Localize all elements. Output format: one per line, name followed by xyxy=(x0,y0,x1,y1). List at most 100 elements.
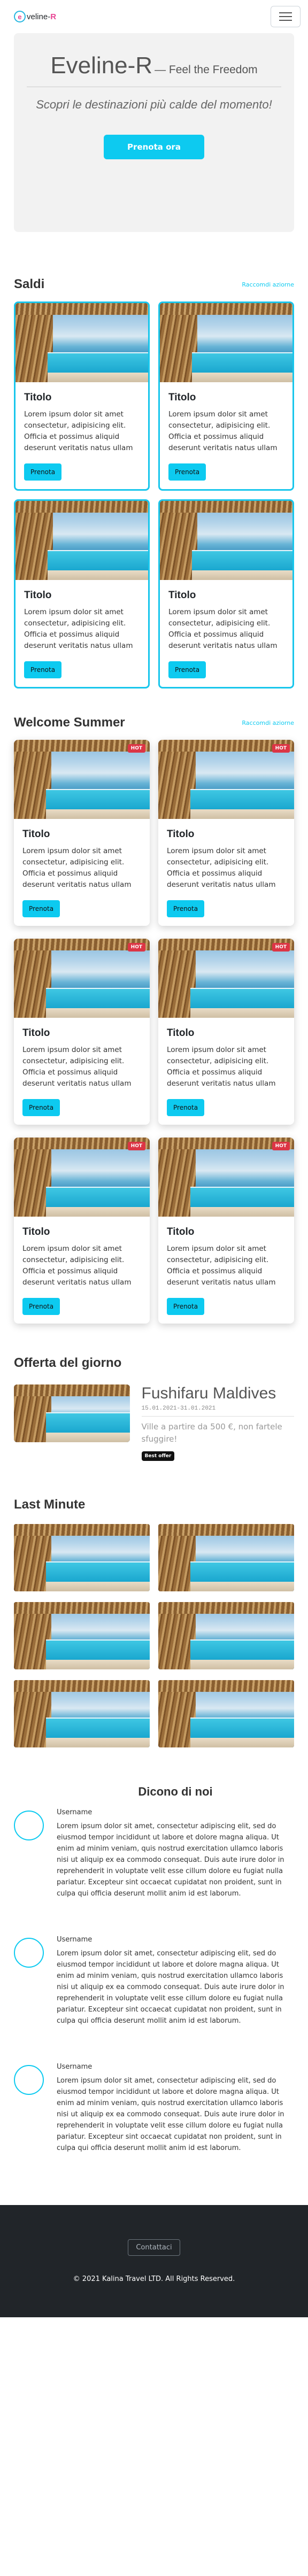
testimonial: Username Lorem ipsum dolor sit amet, con… xyxy=(14,1808,294,1899)
summer-link[interactable]: Raccomdi aziorne xyxy=(242,720,294,726)
last-minute-image[interactable] xyxy=(14,1524,150,1591)
last-minute-image[interactable] xyxy=(158,1602,294,1669)
section-title-summer: Welcome Summer xyxy=(14,715,125,730)
section-title-offer: Offerta del giorno xyxy=(14,1356,122,1370)
last-minute-header: Last Minute xyxy=(14,1497,294,1512)
hot-badge: HOT xyxy=(127,1142,145,1150)
last-minute-image[interactable] xyxy=(14,1602,150,1669)
card-title: Titolo xyxy=(22,1226,50,1237)
card-text: Lorem ipsum dolor sit amet consectetur, … xyxy=(168,608,278,650)
last-minute-image[interactable] xyxy=(158,1524,294,1591)
hot-badge: HOT xyxy=(272,943,290,952)
resort-image xyxy=(160,303,292,382)
testimonial: Username Lorem ipsum dolor sit amet, con… xyxy=(14,1936,294,2026)
hero-tagline: — Feel the Freedom xyxy=(155,64,258,76)
avatar xyxy=(14,2065,44,2095)
card-text: Lorem ipsum dolor sit amet consectetur, … xyxy=(24,608,133,650)
card-text: Lorem ipsum dolor sit amet consectetur, … xyxy=(24,410,133,452)
resort-image: HOT xyxy=(158,740,294,819)
deal-card: Titolo Lorem ipsum dolor sit amet consec… xyxy=(158,301,294,491)
last-minute-grid xyxy=(14,1524,294,1747)
last-minute-image[interactable] xyxy=(158,1680,294,1747)
book-button[interactable]: Prenota xyxy=(22,1298,60,1315)
book-now-button[interactable]: Prenota ora xyxy=(104,135,204,159)
hot-badge: HOT xyxy=(127,943,145,952)
avatar xyxy=(14,1938,44,1968)
card-title: Titolo xyxy=(24,392,52,403)
best-offer-badge: Best offer xyxy=(141,1451,175,1461)
summer-card: HOT Titolo Lorem ipsum dolor sit amet co… xyxy=(14,740,150,926)
offer-header: Offerta del giorno xyxy=(14,1356,294,1371)
book-button[interactable]: Prenota xyxy=(24,661,62,678)
section-title-last-minute: Last Minute xyxy=(14,1497,86,1512)
username: Username xyxy=(57,2063,93,2071)
navbar: e veline- R xyxy=(0,0,308,33)
card-text: Lorem ipsum dolor sit amet consectetur, … xyxy=(22,847,132,889)
saldi-grid: Titolo Lorem ipsum dolor sit amet consec… xyxy=(14,301,294,689)
contact-button[interactable]: Contattaci xyxy=(128,2239,180,2256)
section-title-testimonials: Dicono di noi xyxy=(138,1785,213,1798)
hot-badge: HOT xyxy=(127,744,145,753)
offer-image[interactable] xyxy=(14,1384,130,1442)
resort-image: HOT xyxy=(14,1138,150,1217)
resort-image: HOT xyxy=(14,740,150,819)
book-button[interactable]: Prenota xyxy=(22,900,60,917)
card-title: Titolo xyxy=(22,1027,50,1039)
offer-description: Ville a partire da 500 €, non fartele sf… xyxy=(141,1422,282,1444)
testimonial-text: Lorem ipsum dolor sit amet, consectetur … xyxy=(57,1950,284,2025)
card-title: Titolo xyxy=(167,1027,195,1039)
summer-grid: HOT Titolo Lorem ipsum dolor sit amet co… xyxy=(14,740,294,1324)
daily-offer: Fushifaru Maldives 15.01.2021-31.01.2021… xyxy=(14,1384,294,1461)
offer-dates: 15.01.2021-31.01.2021 xyxy=(141,1405,216,1412)
card-text: Lorem ipsum dolor sit amet consectetur, … xyxy=(167,1046,276,1088)
hero-subtitle: Scopri le destinazioni più calde del mom… xyxy=(36,98,272,111)
saldi-header: Saldi Raccomdi aziorne xyxy=(14,277,294,292)
book-button[interactable]: Prenota xyxy=(167,900,205,917)
card-title: Titolo xyxy=(22,829,50,840)
offer-info: Fushifaru Maldives 15.01.2021-31.01.2021… xyxy=(141,1384,294,1461)
saldi-link[interactable]: Raccomdi aziorne xyxy=(242,281,294,288)
testimonials: Dicono di noi Username Lorem ipsum dolor… xyxy=(14,1785,294,2154)
testimonial-text: Lorem ipsum dolor sit amet, consectetur … xyxy=(57,1822,284,1898)
card-title: Titolo xyxy=(167,829,195,840)
book-button[interactable]: Prenota xyxy=(168,661,206,678)
hamburger-icon xyxy=(279,12,292,13)
hero-title: Eveline-R — Feel the Freedom xyxy=(27,52,281,79)
card-title: Titolo xyxy=(24,590,52,601)
summer-card: HOT Titolo Lorem ipsum dolor sit amet co… xyxy=(158,1138,294,1324)
book-button[interactable]: Prenota xyxy=(24,463,62,481)
hero-title-main: Eveline-R xyxy=(50,52,153,79)
book-button[interactable]: Prenota xyxy=(22,1099,60,1116)
copyright: © 2021 Kalina Travel LTD. All Rights Res… xyxy=(73,2275,235,2283)
resort-image: HOT xyxy=(158,939,294,1018)
logo-r: R xyxy=(50,12,57,21)
book-button[interactable]: Prenota xyxy=(167,1099,205,1116)
summer-card: HOT Titolo Lorem ipsum dolor sit amet co… xyxy=(158,939,294,1125)
avatar xyxy=(14,1811,44,1840)
summer-card: HOT Titolo Lorem ipsum dolor sit amet co… xyxy=(158,740,294,926)
footer: Contattaci © 2021 Kalina Travel LTD. All… xyxy=(0,2205,308,2317)
brand-logo[interactable]: e veline- R xyxy=(14,11,56,22)
card-text: Lorem ipsum dolor sit amet consectetur, … xyxy=(22,1244,132,1287)
deal-card: Titolo Lorem ipsum dolor sit amet consec… xyxy=(14,301,150,491)
card-text: Lorem ipsum dolor sit amet consectetur, … xyxy=(22,1046,132,1088)
testimonial: Username Lorem ipsum dolor sit amet, con… xyxy=(14,2063,294,2154)
resort-image: HOT xyxy=(14,939,150,1018)
username: Username xyxy=(57,1936,93,1944)
card-text: Lorem ipsum dolor sit amet consectetur, … xyxy=(167,1244,276,1287)
menu-toggle-button[interactable] xyxy=(271,6,301,27)
username: Username xyxy=(57,1808,93,1816)
hero: Eveline-R — Feel the Freedom Scopri le d… xyxy=(14,33,294,232)
testimonial-text: Lorem ipsum dolor sit amet, consectetur … xyxy=(57,2077,284,2152)
last-minute-image[interactable] xyxy=(14,1680,150,1747)
hot-badge: HOT xyxy=(272,744,290,753)
book-button[interactable]: Prenota xyxy=(168,463,206,481)
section-title-saldi: Saldi xyxy=(14,277,45,291)
logo-text: veline- xyxy=(27,12,51,21)
offer-title: Fushifaru Maldives xyxy=(141,1384,276,1402)
divider xyxy=(141,1416,294,1417)
card-text: Lorem ipsum dolor sit amet consectetur, … xyxy=(168,410,278,452)
book-button[interactable]: Prenota xyxy=(167,1298,205,1315)
logo-mark: e xyxy=(14,11,26,22)
resort-image xyxy=(16,303,148,382)
